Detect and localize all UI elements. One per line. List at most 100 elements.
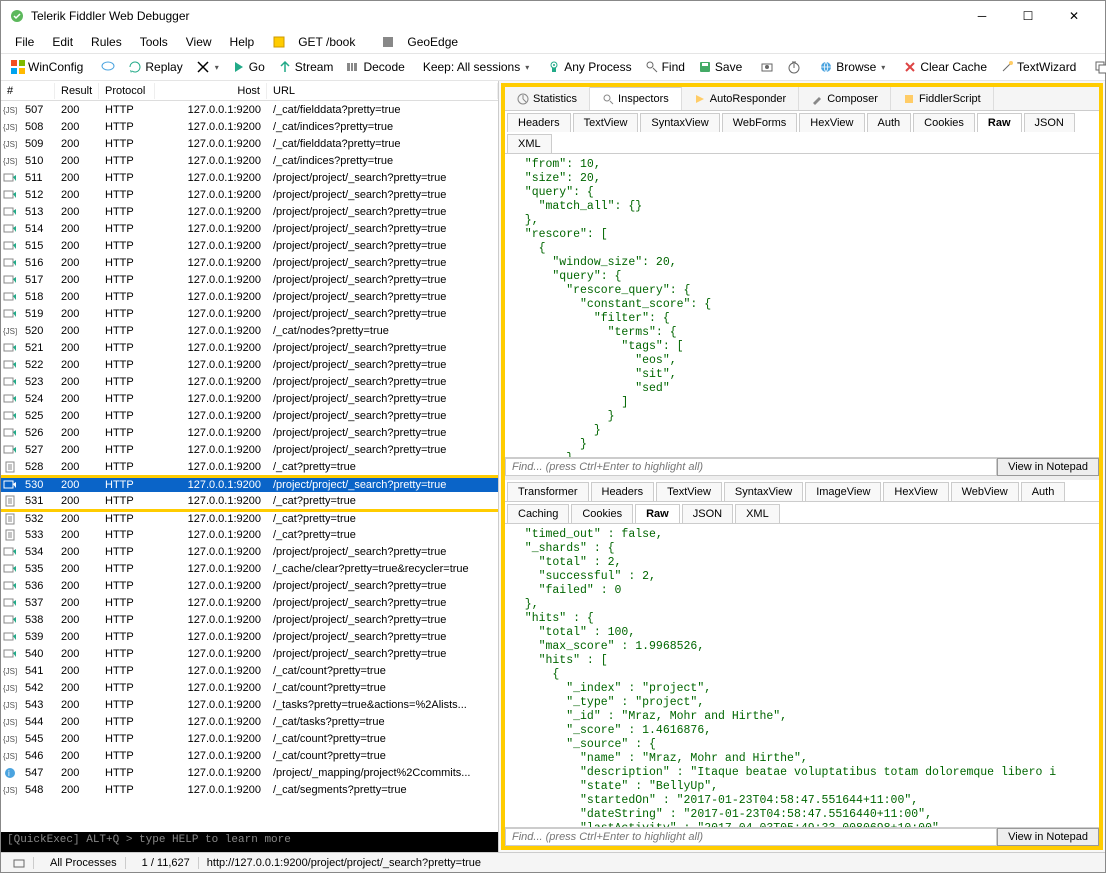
subtab-textview[interactable]: TextView (656, 482, 722, 501)
subtab-json[interactable]: JSON (1024, 113, 1075, 132)
stream-button[interactable]: Stream (272, 58, 340, 76)
subtab-xml[interactable]: XML (735, 504, 780, 523)
subtab-webforms[interactable]: WebForms (722, 113, 798, 132)
go-button[interactable]: Go (226, 58, 271, 76)
response-find-input[interactable] (505, 828, 997, 846)
session-row[interactable]: 519200HTTP127.0.0.1:9200/project/project… (1, 305, 498, 322)
session-row[interactable]: 532200HTTP127.0.0.1:9200/_cat?pretty=tru… (1, 509, 498, 526)
request-raw-view[interactable]: "from": 10, "size": 20, "query": { "matc… (505, 154, 1099, 457)
session-row[interactable]: 514200HTTP127.0.0.1:9200/project/project… (1, 220, 498, 237)
session-row[interactable]: 511200HTTP127.0.0.1:9200/project/project… (1, 169, 498, 186)
browse-button[interactable]: Browse▾ (813, 58, 891, 76)
session-row[interactable]: 535200HTTP127.0.0.1:9200/_cache/clear?pr… (1, 560, 498, 577)
status-processes[interactable]: All Processes (42, 857, 126, 869)
subtab-syntaxview[interactable]: SyntaxView (724, 482, 803, 501)
session-row[interactable]: 538200HTTP127.0.0.1:9200/project/project… (1, 611, 498, 628)
session-row[interactable]: {JS}541200HTTP127.0.0.1:9200/_cat/count?… (1, 662, 498, 679)
session-row[interactable]: 536200HTTP127.0.0.1:9200/project/project… (1, 577, 498, 594)
subtab-webview[interactable]: WebView (951, 482, 1019, 501)
comment-button[interactable] (95, 58, 121, 76)
subtab-raw[interactable]: Raw (635, 504, 680, 523)
status-capture-icon[interactable] (5, 857, 34, 869)
session-row[interactable]: 540200HTTP127.0.0.1:9200/project/project… (1, 645, 498, 662)
subtab-caching[interactable]: Caching (507, 504, 569, 523)
session-row[interactable]: {JS}544200HTTP127.0.0.1:9200/_cat/tasks?… (1, 713, 498, 730)
session-row[interactable]: 525200HTTP127.0.0.1:9200/project/project… (1, 407, 498, 424)
session-row[interactable]: 517200HTTP127.0.0.1:9200/project/project… (1, 271, 498, 288)
tab-statistics[interactable]: Statistics (505, 87, 590, 110)
session-row[interactable]: {JS}520200HTTP127.0.0.1:9200/_cat/nodes?… (1, 322, 498, 339)
tab-inspectors[interactable]: Inspectors (590, 87, 682, 110)
session-row[interactable]: 521200HTTP127.0.0.1:9200/project/project… (1, 339, 498, 356)
any-process-button[interactable]: Any Process (541, 58, 637, 76)
menu-file[interactable]: File (7, 33, 42, 51)
subtab-hexview[interactable]: HexView (799, 113, 864, 132)
subtab-xml[interactable]: XML (507, 134, 552, 153)
maximize-button[interactable]: ☐ (1005, 1, 1051, 31)
session-row[interactable]: i547200HTTP127.0.0.1:9200/project/_mappi… (1, 764, 498, 781)
session-row[interactable]: 522200HTTP127.0.0.1:9200/project/project… (1, 356, 498, 373)
screenshot-button[interactable] (754, 58, 780, 76)
col-url[interactable]: URL (267, 83, 498, 99)
tab-composer[interactable]: Composer (799, 87, 891, 110)
session-row[interactable]: 527200HTTP127.0.0.1:9200/project/project… (1, 441, 498, 458)
menu-tools[interactable]: Tools (132, 33, 176, 51)
session-row[interactable]: {JS}546200HTTP127.0.0.1:9200/_cat/count?… (1, 747, 498, 764)
col-num[interactable]: # (1, 83, 55, 99)
request-notepad-button[interactable]: View in Notepad (997, 458, 1099, 476)
session-grid-body[interactable]: {JS}507200HTTP127.0.0.1:9200/_cat/fieldd… (1, 101, 498, 832)
session-row[interactable]: 516200HTTP127.0.0.1:9200/project/project… (1, 254, 498, 271)
request-find-input[interactable] (505, 458, 997, 476)
winconfig-button[interactable]: WinConfig (5, 58, 89, 76)
subtab-syntaxview[interactable]: SyntaxView (640, 113, 719, 132)
subtab-raw[interactable]: Raw (977, 113, 1022, 132)
tearoff-button[interactable]: Tearoff (1088, 58, 1106, 76)
clear-cache-button[interactable]: Clear Cache (897, 58, 993, 76)
menu-rules[interactable]: Rules (83, 33, 130, 51)
tab-fiddlerscript[interactable]: FiddlerScript (891, 87, 994, 110)
session-row[interactable]: 531200HTTP127.0.0.1:9200/_cat?pretty=tru… (1, 492, 498, 509)
quickexec-bar[interactable]: [QuickExec] ALT+Q > type HELP to learn m… (1, 832, 498, 852)
session-row[interactable]: 518200HTTP127.0.0.1:9200/project/project… (1, 288, 498, 305)
session-row[interactable]: {JS}542200HTTP127.0.0.1:9200/_cat/count?… (1, 679, 498, 696)
menu-view[interactable]: View (178, 33, 220, 51)
replay-button[interactable]: Replay (122, 58, 188, 76)
subtab-cookies[interactable]: Cookies (571, 504, 633, 523)
textwizard-button[interactable]: TextWizard (994, 58, 1082, 76)
decode-button[interactable]: Decode (340, 58, 410, 76)
subtab-headers[interactable]: Headers (591, 482, 655, 501)
col-result[interactable]: Result (55, 83, 99, 99)
session-row[interactable]: 534200HTTP127.0.0.1:9200/project/project… (1, 543, 498, 560)
session-row[interactable]: {JS}507200HTTP127.0.0.1:9200/_cat/fieldd… (1, 101, 498, 118)
session-row[interactable]: {JS}543200HTTP127.0.0.1:9200/_tasks?pret… (1, 696, 498, 713)
timer-button[interactable] (781, 58, 807, 76)
session-row[interactable]: 528200HTTP127.0.0.1:9200/_cat?pretty=tru… (1, 458, 498, 475)
tab-autoresponder[interactable]: AutoResponder (682, 87, 799, 110)
subtab-headers[interactable]: Headers (507, 113, 571, 132)
minimize-button[interactable]: ─ (959, 1, 1005, 31)
session-row[interactable]: {JS}509200HTTP127.0.0.1:9200/_cat/fieldd… (1, 135, 498, 152)
subtab-imageview[interactable]: ImageView (805, 482, 881, 501)
col-host[interactable]: Host (155, 83, 267, 99)
session-row[interactable]: 526200HTTP127.0.0.1:9200/project/project… (1, 424, 498, 441)
find-button[interactable]: Find (639, 58, 691, 76)
menu-help[interactable]: Help (222, 33, 263, 51)
session-row[interactable]: 523200HTTP127.0.0.1:9200/project/project… (1, 373, 498, 390)
session-row[interactable]: 537200HTTP127.0.0.1:9200/project/project… (1, 594, 498, 611)
session-row[interactable]: 533200HTTP127.0.0.1:9200/_cat?pretty=tru… (1, 526, 498, 543)
session-row[interactable]: {JS}548200HTTP127.0.0.1:9200/_cat/segmen… (1, 781, 498, 798)
session-row[interactable]: 530200HTTP127.0.0.1:9200/project/project… (1, 475, 498, 492)
subtab-transformer[interactable]: Transformer (507, 482, 589, 501)
menu-geoedge[interactable]: GeoEdge (373, 31, 474, 53)
menu-edit[interactable]: Edit (44, 33, 81, 51)
session-row[interactable]: 524200HTTP127.0.0.1:9200/project/project… (1, 390, 498, 407)
session-row[interactable]: 539200HTTP127.0.0.1:9200/project/project… (1, 628, 498, 645)
subtab-hexview[interactable]: HexView (883, 482, 948, 501)
session-row[interactable]: 515200HTTP127.0.0.1:9200/project/project… (1, 237, 498, 254)
subtab-textview[interactable]: TextView (573, 113, 639, 132)
session-row[interactable]: 513200HTTP127.0.0.1:9200/project/project… (1, 203, 498, 220)
subtab-json[interactable]: JSON (682, 504, 733, 523)
session-row[interactable]: 512200HTTP127.0.0.1:9200/project/project… (1, 186, 498, 203)
response-raw-view[interactable]: "timed_out" : false, "_shards" : { "tota… (505, 524, 1099, 827)
subtab-auth[interactable]: Auth (867, 113, 912, 132)
